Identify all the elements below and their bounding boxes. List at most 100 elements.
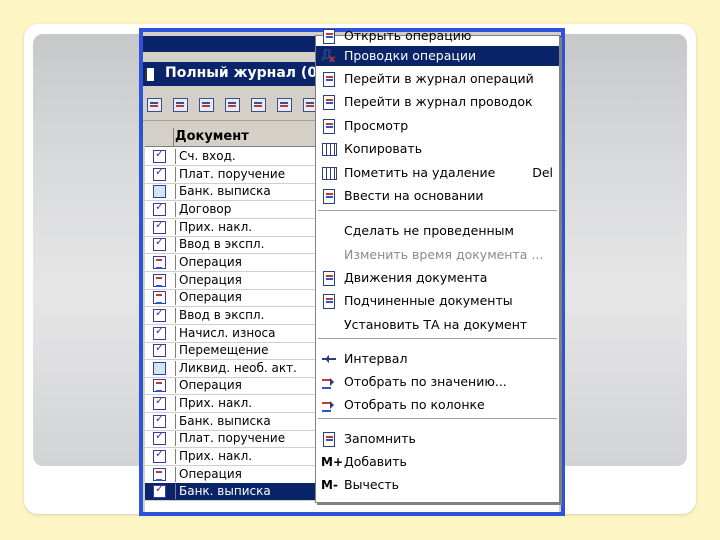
menu-item[interactable]: M+ Добавить	[316, 452, 559, 472]
toolbar-based-on-icon[interactable]	[249, 96, 267, 114]
based-on-icon	[321, 189, 337, 204]
toolbar-delete-icon[interactable]	[275, 96, 293, 114]
menu-separator	[318, 210, 557, 212]
menu-item-label: Пометить на удаление	[344, 165, 496, 180]
document-status-icon	[153, 482, 166, 499]
mark-column-header	[145, 128, 174, 146]
menu-item[interactable]: M- Вычесть	[316, 475, 559, 495]
menu-item[interactable]: Перейти в журнал операций	[316, 69, 559, 89]
menu-item[interactable]: Д Проводки операции	[316, 46, 559, 68]
journal-title: Полный журнал (01	[165, 65, 327, 81]
document-status-icon	[153, 200, 166, 216]
menu-item[interactable]: Изменить время документа ...	[316, 245, 559, 265]
menu-item-label: Вычесть	[344, 477, 400, 492]
document-name: Операция	[175, 290, 335, 306]
menu-item-label: Перейти в журнал операций	[344, 71, 534, 86]
menu-item[interactable]: Отобрать по колонке	[316, 395, 559, 415]
document-name: Начисл. износа	[175, 325, 335, 341]
menu-item[interactable]: Интервал	[316, 349, 559, 369]
menu-item-label: Проводки операции	[344, 48, 477, 63]
document-status-icon	[153, 218, 166, 234]
menu-item-label: Добавить	[344, 454, 407, 469]
menu-item-label: Сделать не проведенным	[344, 223, 514, 238]
menu-item-label: Интервал	[344, 351, 408, 366]
document-column-header[interactable]: Документ	[175, 129, 249, 144]
document-name: Прих. накл.	[175, 449, 335, 465]
document-status-icon	[153, 147, 166, 163]
document-name: Прих. накл.	[175, 396, 335, 412]
menu-item-label: Изменить время документа ...	[344, 247, 544, 262]
interval-icon	[321, 352, 337, 366]
menu-item[interactable]: Копировать	[316, 139, 559, 159]
document-status-icon	[153, 412, 166, 428]
menu-item[interactable]: Открыть операцию	[316, 26, 559, 46]
menu-item-label: Движения документа	[344, 270, 488, 285]
operation-icon	[153, 255, 166, 269]
menu-item[interactable]: Установить ТА на документ	[316, 315, 559, 335]
menu-item[interactable]: Сделать не проведенным	[316, 221, 559, 241]
operation-icon	[153, 379, 166, 393]
document-name: Ввод в экспл.	[175, 307, 335, 323]
menu-item-label: Отобрать по значению...	[344, 374, 507, 389]
menu-item[interactable]: Просмотр	[316, 116, 559, 136]
document-name: Банк. выписка	[175, 413, 335, 429]
toolbar-view-icon[interactable]	[197, 96, 215, 114]
context-menu: Открыть операцию Д Проводки операции Перейт…	[315, 28, 560, 503]
menu-item-label: Отобрать по колонке	[344, 397, 485, 412]
document-name: Сч. вход.	[175, 149, 335, 164]
journal-icon	[145, 68, 154, 81]
ddt-icon: Д	[321, 49, 337, 68]
menu-separator	[318, 418, 557, 420]
menu-item-label: Открыть операцию	[344, 28, 472, 43]
toolbar-new-icon[interactable]	[145, 96, 163, 114]
document-status-icon	[153, 306, 166, 322]
document-name: Прих. накл.	[175, 219, 335, 235]
document-name: Банк. выписка	[175, 484, 335, 500]
document-status-icon	[153, 429, 166, 446]
menu-item[interactable]: Пометить на удаление Del	[316, 163, 559, 183]
movements-icon	[321, 271, 337, 286]
document-name: Плат. поручение	[175, 431, 335, 447]
document-name: Ввод в экспл.	[175, 237, 335, 253]
document-name: Договор	[175, 201, 335, 217]
document-status-icon	[153, 185, 166, 199]
filter-column-icon	[321, 398, 337, 412]
operation-icon	[153, 291, 166, 305]
menu-item[interactable]: Подчиненные документы	[316, 291, 559, 311]
menu-item-label: Подчиненные документы	[344, 293, 513, 308]
document-status-icon	[153, 324, 166, 340]
menu-item-label: Запомнить	[344, 431, 416, 446]
document-name: Операция	[175, 466, 335, 482]
menu-item[interactable]: Движения документа	[316, 268, 559, 288]
document-name: Операция	[175, 378, 335, 394]
toolbar-copy-icon[interactable]	[223, 96, 241, 114]
view-icon	[321, 119, 337, 134]
document-status-icon	[153, 341, 166, 358]
menu-item[interactable]: Ввести на основании	[316, 186, 559, 206]
filter-value-icon	[321, 375, 337, 389]
document-status-icon	[153, 394, 166, 411]
menu-item-label: Копировать	[344, 141, 423, 156]
toolbar-edit-icon[interactable]	[171, 96, 189, 114]
document-name: Операция	[175, 254, 335, 270]
menu-item[interactable]: Запомнить	[316, 429, 559, 449]
memory-subtract-icon: M-	[321, 478, 338, 492]
menu-item[interactable]: Перейти в журнал проводок	[316, 92, 559, 112]
remember-icon	[321, 432, 337, 447]
menu-separator	[318, 338, 557, 340]
document-status-icon	[153, 165, 166, 181]
document-name: Перемещение	[175, 343, 335, 359]
menu-item[interactable]: Отобрать по значению...	[316, 372, 559, 392]
menu-item-label: Просмотр	[344, 118, 409, 133]
operation-icon	[153, 467, 166, 481]
document-name: Ликвид. необ. акт.	[175, 360, 335, 376]
document-name: Операция	[175, 272, 335, 288]
document-status-icon	[153, 447, 166, 464]
document-name: Банк. выписка	[175, 184, 335, 200]
memory-add-icon: M+	[321, 455, 343, 469]
journal-icon	[321, 72, 337, 87]
delete-mark-icon	[321, 166, 337, 180]
menu-item-label: Установить ТА на документ	[344, 317, 528, 332]
document-name: Плат. поручение	[175, 166, 335, 182]
copy-icon	[321, 142, 337, 156]
